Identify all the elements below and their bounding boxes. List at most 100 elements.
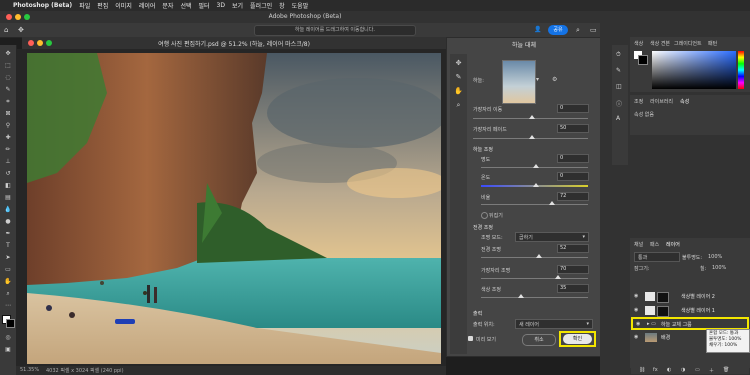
layer-row[interactable]: ◉ 색상별 레이어 1 [631,304,749,317]
zoom-level[interactable]: 51.35% [20,367,39,373]
flip-checkbox[interactable] [481,212,488,219]
eyedropper-icon[interactable]: ⚲ [4,123,12,129]
color-adjust-slider-knob[interactable] [518,294,524,298]
history-icon[interactable]: ⏱ [616,51,621,59]
eraser-icon[interactable]: ◧ [4,183,12,189]
tab-swatches[interactable]: 색상 견본 [650,40,670,47]
brush-icon[interactable]: ✏ [4,147,12,153]
frame-icon[interactable]: ⊠ [4,111,12,117]
mask-icon[interactable]: ◐ [667,367,671,373]
menu-image[interactable]: 이미지 [115,1,132,10]
more-tools-icon[interactable]: ⋯ [4,303,12,309]
tab-patterns[interactable]: 패턴 [708,40,717,47]
crop-icon[interactable]: ⌗ [4,99,12,105]
fg-light-input[interactable]: 52 [557,244,589,253]
zoom-icon[interactable]: ⌕ [4,291,12,297]
workspace-icon[interactable]: ▭ [590,26,597,34]
color-adjust-slider[interactable] [481,297,588,298]
brightness-input[interactable]: 0 [557,154,589,163]
screen-mode-icon[interactable]: ▣ [4,347,12,353]
layer-row[interactable]: ◉ 색상별 레이어 2 [631,290,749,303]
fade-edge-input[interactable]: 50 [557,124,589,133]
tab-layers[interactable]: 레이어 [666,241,680,248]
sky-preset-thumbnail[interactable] [502,60,536,104]
output-to-select[interactable]: 새 레이어 ▾ [515,319,593,329]
menu-select[interactable]: 선택 [180,1,191,10]
sky-dropdown-chevron-icon[interactable]: ▾ [536,76,539,83]
new-layer-icon[interactable]: ＋ [709,367,714,374]
temperature-slider-knob[interactable] [533,183,539,187]
app-menu[interactable]: Photoshop (Beta) [13,2,72,9]
menu-layer[interactable]: 레이어 [139,1,156,10]
move-tool-icon[interactable]: ✥ [18,26,24,34]
ok-button[interactable]: 확인 [563,334,592,344]
adjustment-icon[interactable]: ◑ [681,367,685,373]
fade-edge-slider-knob[interactable] [529,135,535,139]
edge-light-input[interactable]: 70 [557,265,589,274]
edge-light-slider[interactable] [481,278,588,279]
libraries-icon[interactable]: ◫ [616,83,622,90]
settings-gear-icon[interactable]: ⚙ [552,76,557,83]
hue-slider[interactable] [738,51,744,89]
brightness-slider-knob[interactable] [533,164,539,168]
document-tab[interactable]: 여행 사진 편집하기.psd @ 51.2% (하늘, 레이어 마스크/8) [22,37,446,49]
tab-channels[interactable]: 채널 [634,241,643,248]
character-icon[interactable]: A [616,115,620,122]
cancel-button[interactable]: 취소 [522,334,556,346]
dodge-icon[interactable]: ● [4,219,12,225]
eye-icon[interactable]: ◉ [634,293,638,299]
eye-icon[interactable]: ◉ [634,307,638,313]
fill-value[interactable]: 100% [712,265,726,271]
healing-icon[interactable]: ✚ [4,135,12,141]
tab-paths[interactable]: 패스 [650,241,659,248]
trash-icon[interactable]: 🗑 [723,367,729,373]
user-icon[interactable]: 👤 [534,26,541,33]
share-button[interactable]: 공유 [548,25,568,35]
menu-help[interactable]: 도움말 [292,1,309,10]
color-picker-field[interactable] [652,51,736,89]
group-icon[interactable]: ▭ [695,367,700,373]
tab-gradients[interactable]: 그레이디언트 [674,40,702,47]
color-adjust-input[interactable]: 35 [557,284,589,293]
scale-slider[interactable] [481,204,588,205]
tab-properties[interactable]: 속성 [680,98,689,105]
fg-light-slider-knob[interactable] [536,254,542,258]
edge-light-slider-knob[interactable] [555,275,561,279]
sky-brush-tool-icon[interactable]: ✎ [453,72,464,82]
shape-icon[interactable]: ▭ [4,267,12,273]
tab-color[interactable]: 색상 [634,40,643,47]
sky-adjust-header[interactable]: 하늘 조정 [473,146,493,153]
zoom-tool-icon[interactable]: ⌕ [453,100,464,110]
scale-input[interactable]: 72 [557,192,589,201]
link-icon[interactable]: ⛓ [639,367,645,373]
foreground-adjust-header[interactable]: 전경 조정 [473,224,493,231]
brush-settings-icon[interactable]: ✎ [616,67,621,74]
menu-filter[interactable]: 필터 [199,1,210,10]
menu-3d[interactable]: 3D [217,2,225,9]
menu-plugins[interactable]: 플러그인 [250,1,272,10]
shift-edge-slider-knob[interactable] [529,115,535,119]
quick-mask-icon[interactable]: ◎ [4,335,12,341]
gradient-icon[interactable]: ▤ [4,195,12,201]
bg-color-chip[interactable] [638,55,648,65]
blend-mode-select[interactable]: 통과 [634,252,680,262]
menu-type[interactable]: 문자 [162,1,173,10]
menu-file[interactable]: 파일 [79,1,90,10]
blur-icon[interactable]: 💧 [4,207,12,213]
scale-slider-knob[interactable] [549,201,555,205]
light-mode-select[interactable]: 곱하기 ▾ [515,232,589,242]
pen-icon[interactable]: ✒ [4,231,12,237]
fg-light-slider[interactable] [481,257,588,258]
history-brush-icon[interactable]: ↺ [4,171,12,177]
menu-view[interactable]: 보기 [232,1,243,10]
beach-photo[interactable] [27,53,441,364]
eye-icon[interactable]: ◉ [636,321,640,327]
lasso-icon[interactable]: ◌ [4,75,12,81]
background-color-swatch[interactable] [6,319,15,328]
info-icon[interactable]: ⓘ [616,99,622,108]
sky-move-tool-icon[interactable]: ✥ [453,58,464,68]
shift-edge-input[interactable]: 0 [557,104,589,113]
move-icon[interactable]: ✥ [4,51,12,57]
menu-edit[interactable]: 편집 [97,1,108,10]
stamp-icon[interactable]: ⊥ [4,159,12,165]
